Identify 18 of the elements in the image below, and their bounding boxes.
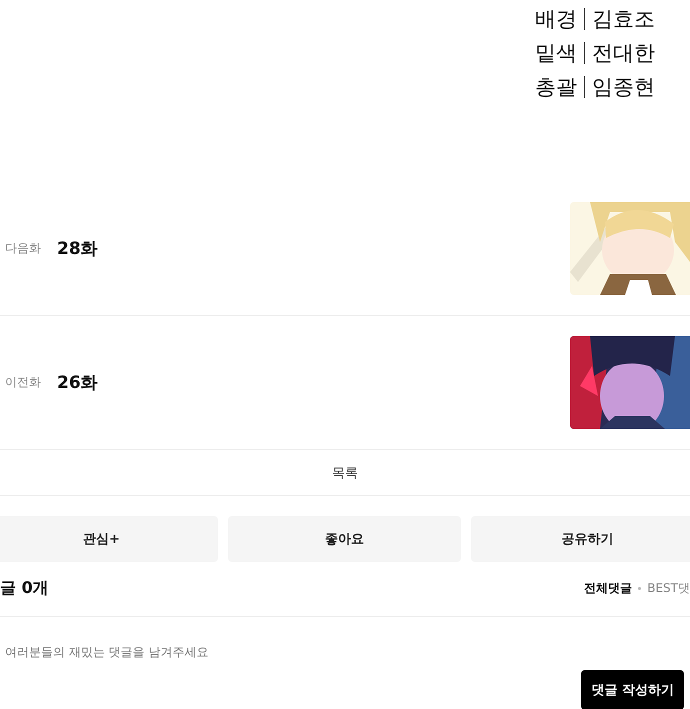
credit-name: 임종현 xyxy=(592,74,655,101)
episode-title[interactable]: 26화 xyxy=(57,371,570,394)
action-button[interactable]: 공유하기 xyxy=(471,516,690,562)
sort-tab[interactable]: 전체댓글 xyxy=(584,580,632,597)
action-button[interactable]: 좋아요 xyxy=(228,516,461,562)
episode-title[interactable]: 28화 xyxy=(57,237,570,260)
sort-tab[interactable]: BEST댓 xyxy=(647,580,690,597)
credit-role: 총괄 xyxy=(535,74,577,101)
bullet-icon xyxy=(638,587,642,590)
action-button[interactable]: 관심+ xyxy=(0,516,218,562)
credit-role: 밑색 xyxy=(535,40,577,67)
credit-name: 김효조 xyxy=(592,6,655,33)
episode-label: 다음화 xyxy=(4,240,42,257)
episode-label: 이전화 xyxy=(4,374,42,391)
comment-count: 글 0개 xyxy=(0,578,49,599)
list-link[interactable]: 목록 xyxy=(0,450,690,496)
credit-name: 전대한 xyxy=(592,40,655,67)
credit-role: 배경 xyxy=(535,6,577,33)
